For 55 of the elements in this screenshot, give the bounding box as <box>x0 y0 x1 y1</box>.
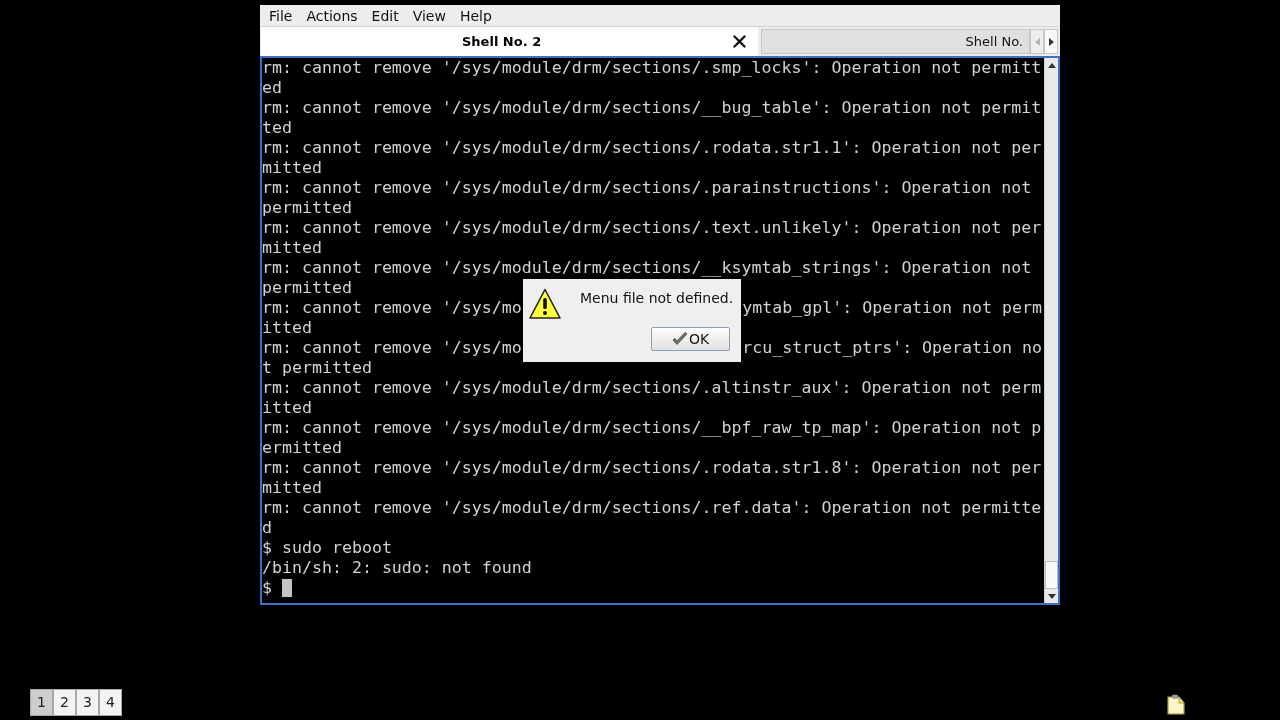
terminal-line: rm: cannot remove '/sys/module/drm/sections/__ksymtab_strings': Operation not <box>262 258 1032 278</box>
clipboard-icon[interactable] <box>1166 694 1186 715</box>
terminal-line: rm: cannot remove '/sys/module/drm/sections/.smp_locks': Operation not permitt <box>262 58 1042 78</box>
terminal-line: rm: cannot remove '/sys/module/drm/sections/.ref.data': Operation not permitte <box>262 498 1042 518</box>
menu-item[interactable]: View <box>405 6 453 25</box>
terminal-line: ermitted <box>262 438 342 458</box>
close-icon <box>733 35 746 48</box>
terminal-line: t permitted <box>262 358 372 378</box>
close-button[interactable] <box>733 35 746 48</box>
menu-item[interactable]: Edit <box>364 6 406 25</box>
terminal-line: rm: cannot remove '/sys/mo <box>262 338 522 358</box>
terminal-line: permitted <box>262 198 352 218</box>
terminal-line: mitted <box>262 238 322 258</box>
scrollbar-track[interactable] <box>1044 58 1058 603</box>
terminal-line: rm: cannot remove '/sys/module/drm/sections/.rodata.str1.8': Operation not per <box>262 458 1042 478</box>
terminal-line: itted <box>262 398 312 418</box>
caret-left-icon <box>1033 37 1041 46</box>
terminal-line: itted <box>262 318 312 338</box>
tab-scroll-right-button[interactable] <box>1044 29 1058 54</box>
caret-right-icon <box>1047 37 1055 46</box>
caret-up-icon <box>1047 61 1056 69</box>
terminal-line: d <box>262 518 272 538</box>
tab[interactable]: Shell No. 2 <box>261 27 758 56</box>
terminal-line: permitted <box>262 278 352 298</box>
terminal-line: rm: cannot remove '/sys/module/drm/sections/.rodata.str1.1': Operation not per <box>262 138 1042 158</box>
menu-item[interactable]: Actions <box>299 6 365 25</box>
terminal-line: ted <box>262 118 292 138</box>
desktop-button[interactable]: 4 <box>99 689 122 716</box>
terminal-line: ed <box>262 78 282 98</box>
warning-icon <box>529 288 561 320</box>
desktop-button[interactable]: 1 <box>30 689 53 716</box>
caret-down-icon <box>1047 592 1056 600</box>
terminal-line: rm: cannot remove '/sys/module/drm/sections/.parainstructions': Operation not <box>262 178 1032 198</box>
ok-button[interactable]: OK <box>651 327 730 351</box>
desktop-button[interactable]: 2 <box>53 689 76 716</box>
terminal-line: $ sudo reboot <box>262 538 392 558</box>
desktop-button[interactable]: 3 <box>76 689 99 716</box>
dialog-message: Menu file not defined. <box>580 289 734 307</box>
terminal-line: mitted <box>262 158 322 178</box>
check-icon <box>671 332 688 346</box>
tab[interactable]: Shell No. <box>761 29 1030 54</box>
terminal-line: rm: cannot remove '/sys/mo <box>262 298 522 318</box>
menu-item[interactable]: File <box>262 6 300 25</box>
text-cursor-icon <box>282 579 292 597</box>
terminal-line: /bin/sh: 2: sudo: not found <box>262 558 532 578</box>
terminal-line: rcu_struct_ptrs': Operation no <box>742 338 1042 358</box>
terminal-line: rm: cannot remove '/sys/module/drm/sections/.text.unlikely': Operation not per <box>262 218 1042 238</box>
terminal-line: rm: cannot remove '/sys/module/drm/sections/.altinstr_aux': Operation not perm <box>262 378 1042 398</box>
prompt-symbol: $ <box>262 578 272 598</box>
terminal-line: ymtab_gpl': Operation not perm <box>742 298 1042 318</box>
menu-item[interactable]: Help <box>452 6 499 25</box>
terminal-line: rm: cannot remove '/sys/module/drm/sections/__bug_table': Operation not permit <box>262 98 1042 118</box>
terminal-line: rm: cannot remove '/sys/module/drm/sections/__bpf_raw_tp_map': Operation not p <box>262 418 1042 438</box>
terminal-line: mitted <box>262 478 322 498</box>
scrollbar-thumb[interactable] <box>1045 561 1058 589</box>
